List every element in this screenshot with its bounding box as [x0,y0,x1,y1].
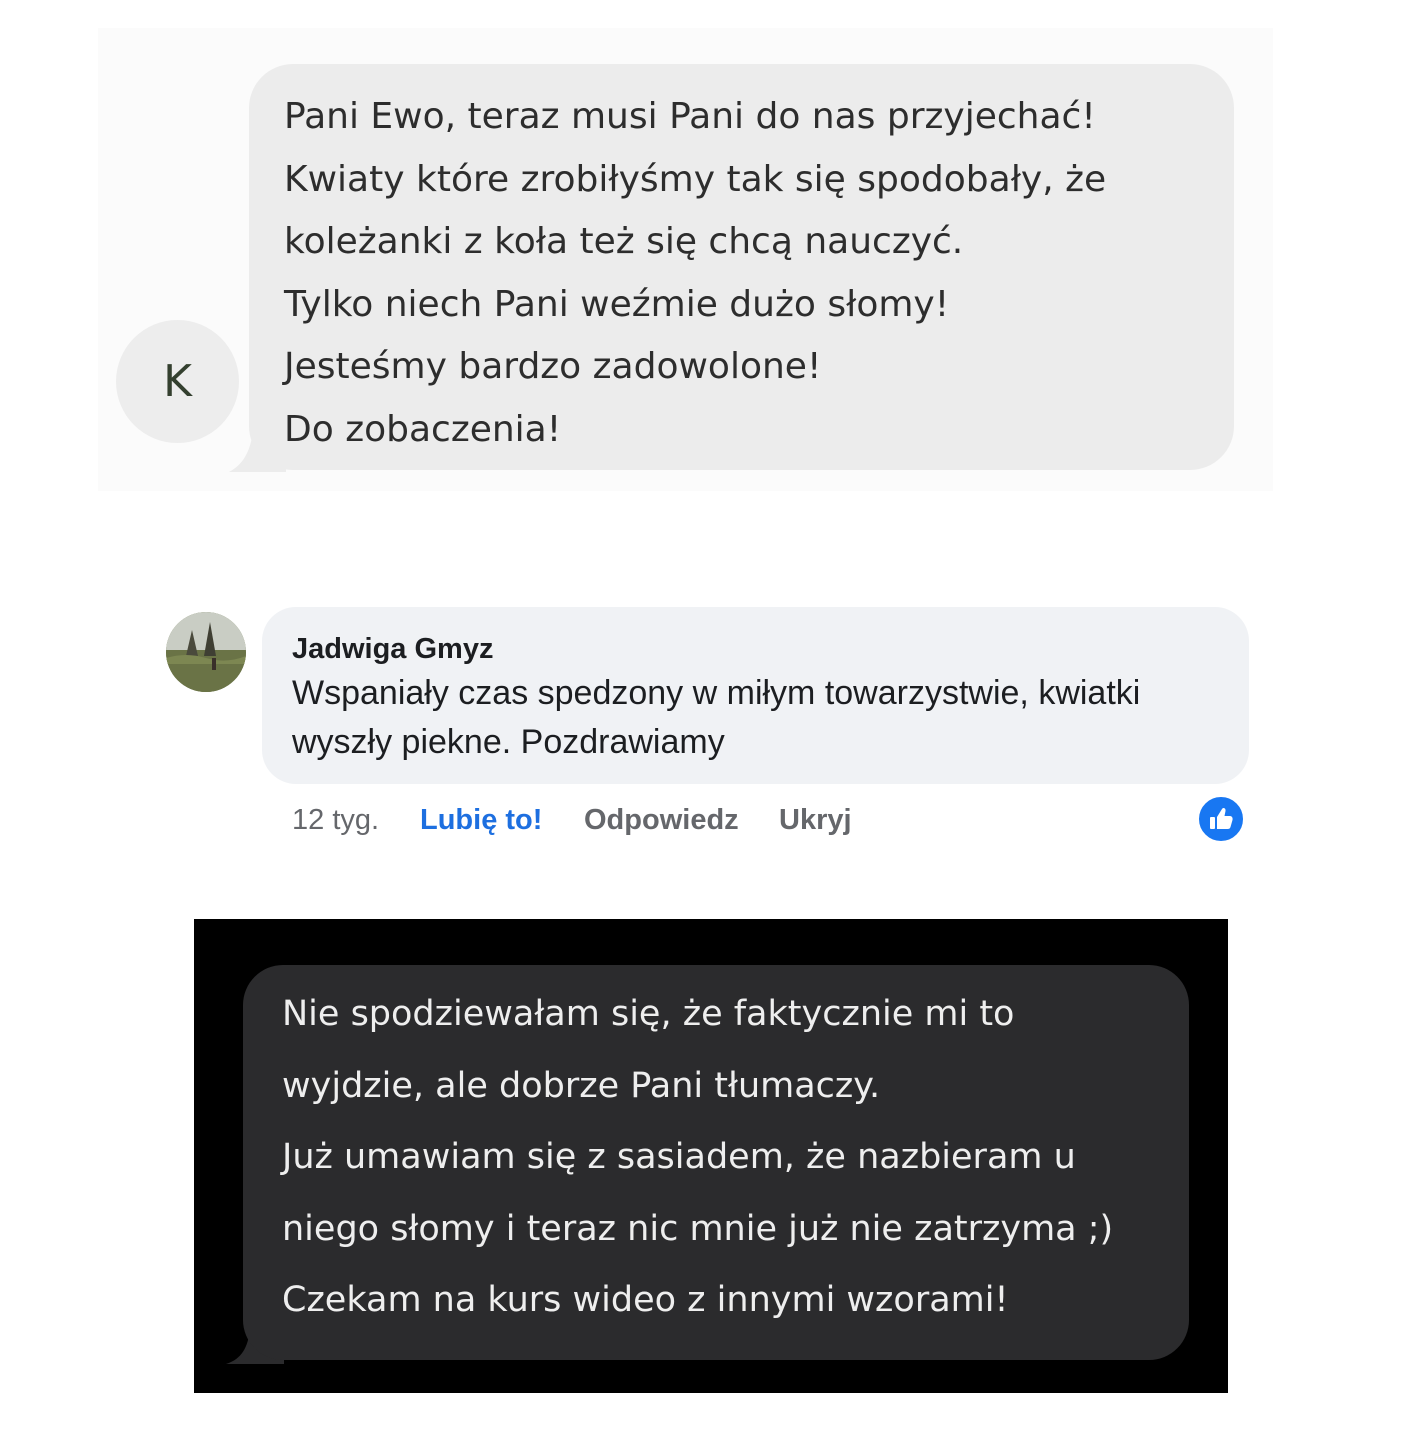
commenter-avatar[interactable] [166,612,246,692]
message-text: Pani Ewo, teraz musi Pani do nas przyjec… [284,86,1204,461]
message-line: Tylko niech Pani weźmie dużo słomy! [284,283,950,325]
comment-bubble: Jadwiga Gmyz Wspaniały czas spedzony w m… [262,607,1249,784]
avatar-initial: K [163,356,192,407]
thumbs-up-icon [1210,807,1233,829]
avatar: K [116,320,239,443]
message-line: wyjdzie, ale dobrze Pani tłumaczy. [282,1065,881,1106]
reply-button[interactable]: Odpowiedz [584,800,739,840]
hide-button[interactable]: Ukryj [779,800,852,840]
comment-text: Wspaniały czas spedzony w miłym towarzys… [292,674,1141,761]
message-text: Nie spodziewałam się, że faktycznie mi t… [282,989,1169,1347]
landscape-photo-icon [166,612,246,692]
comment-author[interactable]: Jadwiga Gmyz [292,633,493,666]
message-line: Nie spodziewałam się, że faktycznie mi t… [282,994,1015,1034]
message-line: koleżanki z koła też się chcą nauczyć. [284,221,964,262]
message-line: Już umawiam się z sasiadem, że nazbieram… [282,1137,1076,1177]
message-line: niego słomy i teraz nic mnie już nie zat… [282,1208,1114,1249]
message-bubble: Nie spodziewałam się, że faktycznie mi t… [243,965,1189,1360]
message-line: Czekam na kurs wideo z innymi wzorami! [282,1280,1009,1320]
message-bubble: Pani Ewo, teraz musi Pani do nas przyjec… [249,64,1234,470]
message-line: Kwiaty które zrobiłyśmy tak się spodobał… [284,158,1107,200]
message-line: Jesteśmy bardzo zadowolone! [284,346,822,387]
message-card-dark: Nie spodziewałam się, że faktycznie mi t… [194,919,1228,1393]
message-line: Do zobaczenia! [284,408,562,450]
comment-timestamp[interactable]: 12 tyg. [292,800,379,840]
like-button[interactable]: Lubię to! [420,800,542,840]
like-reaction-icon[interactable] [1197,795,1245,843]
message-line: Pani Ewo, teraz musi Pani do nas przyjec… [284,96,1096,137]
